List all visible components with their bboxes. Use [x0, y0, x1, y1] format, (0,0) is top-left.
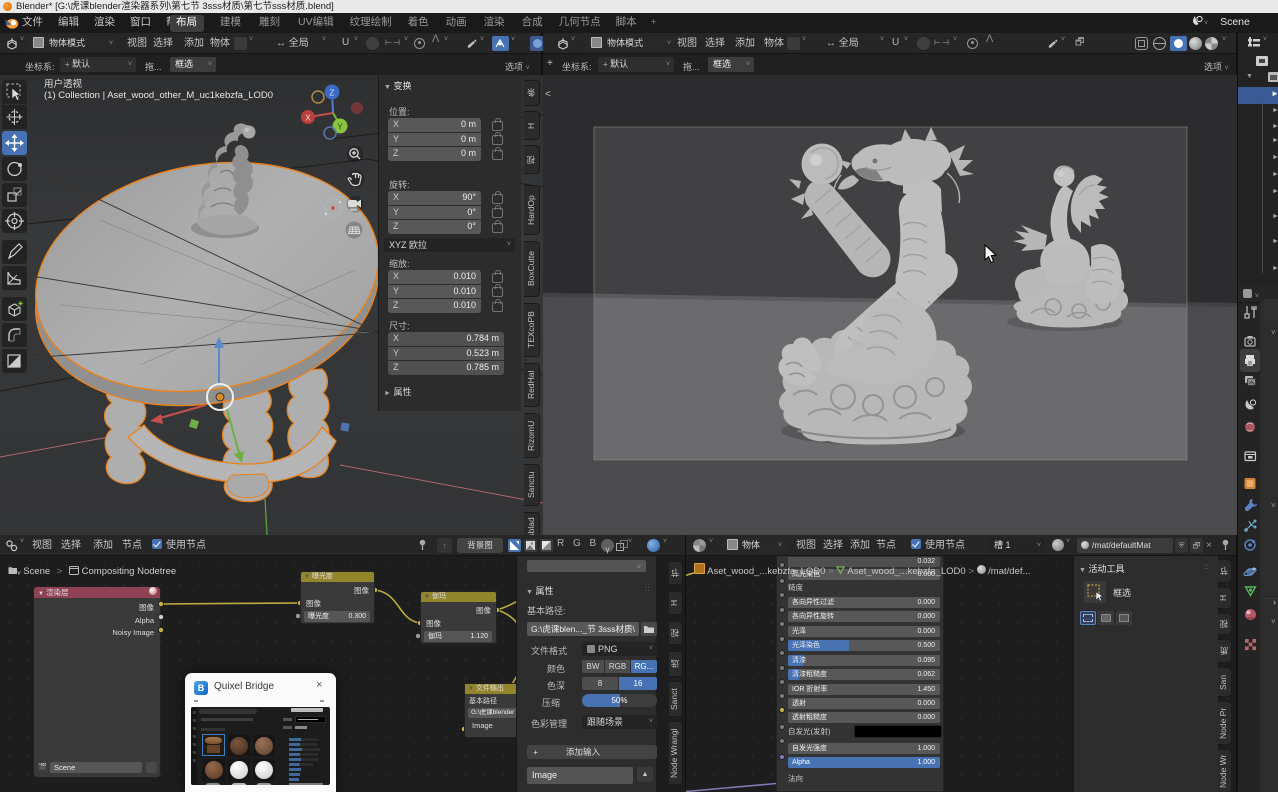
svg-text:Z: Z — [330, 89, 335, 98]
svg-text:Y: Y — [337, 123, 343, 132]
svg-text:X: X — [305, 114, 311, 123]
